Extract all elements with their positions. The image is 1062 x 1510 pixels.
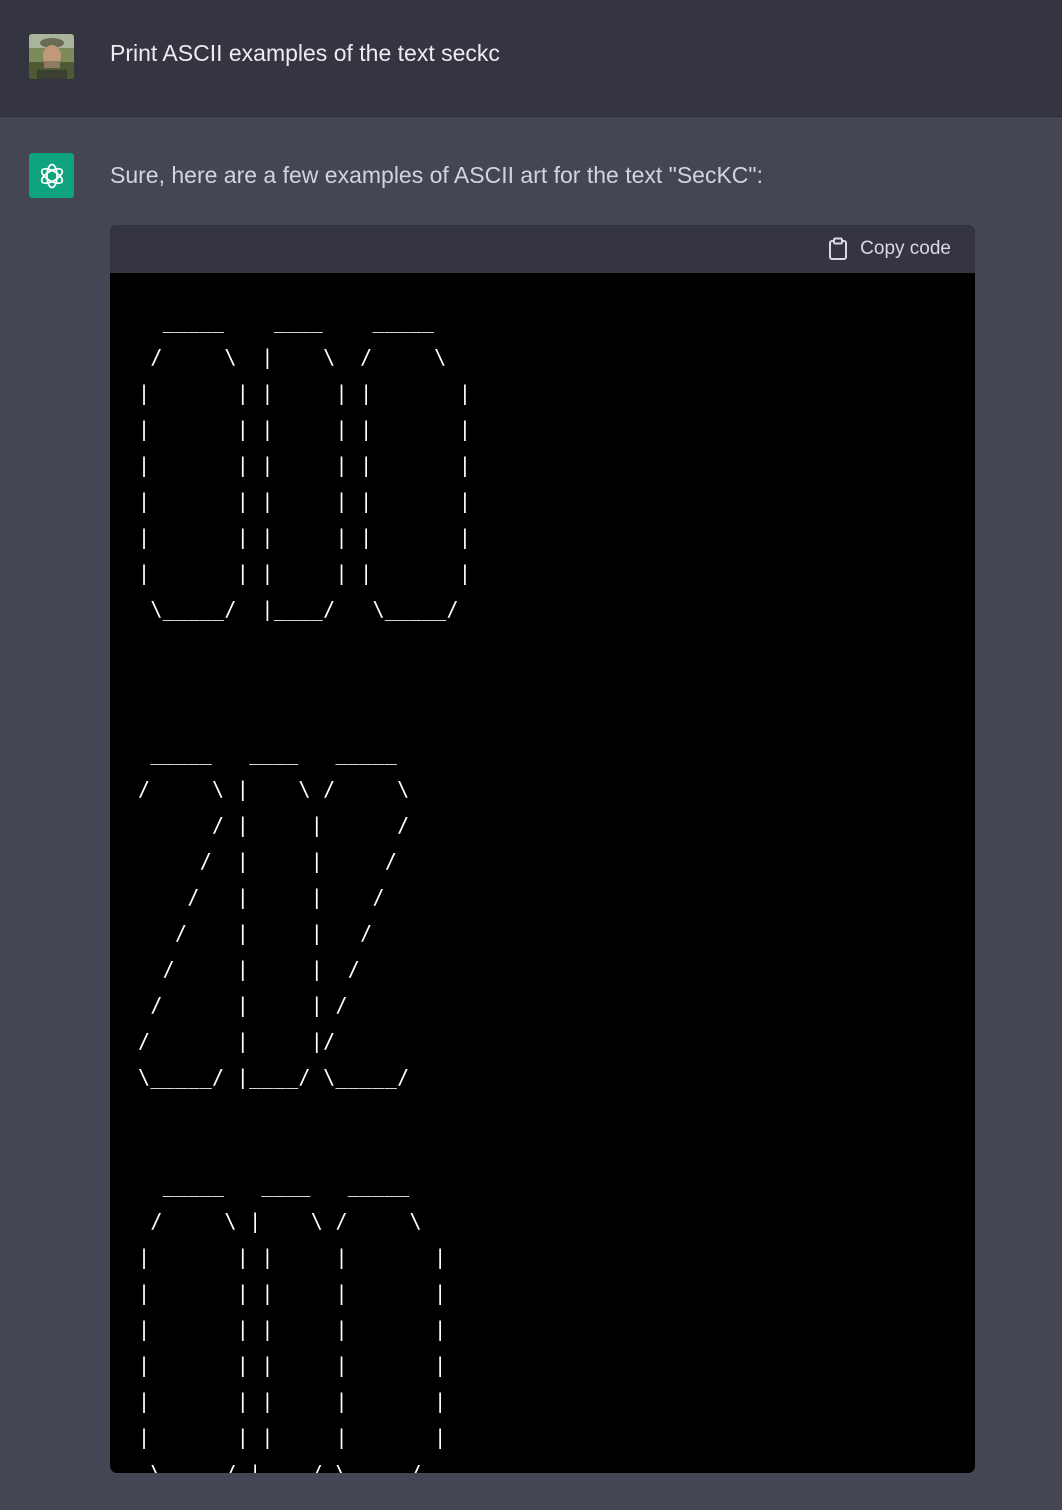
ascii-art-example-1: _____ ____ _____ / \ | \ / \ | | | | | |… bbox=[138, 309, 472, 621]
user-photo-avatar bbox=[29, 34, 74, 79]
openai-logo-icon bbox=[29, 153, 74, 198]
clipboard-icon bbox=[828, 237, 848, 261]
user-message: Print ASCII examples of the text seckc bbox=[0, 0, 1062, 117]
ascii-art-example-3: _____ ____ _____ / \ | \ / \ | | | | | |… bbox=[138, 1173, 447, 1473]
code-block: Copy code _____ ____ _____ / \ | \ / \ |… bbox=[110, 225, 975, 1473]
ascii-art-example-2: _____ ____ _____ / \ | \ / \ / | | / / |… bbox=[138, 741, 410, 1089]
copy-code-button[interactable]: Copy code bbox=[828, 237, 951, 261]
copy-code-label: Copy code bbox=[860, 238, 951, 259]
code-block-header: Copy code bbox=[110, 225, 975, 273]
code-content[interactable]: _____ ____ _____ / \ | \ / \ | | | | | |… bbox=[110, 273, 975, 1473]
assistant-message: Sure, here are a few examples of ASCII a… bbox=[0, 117, 1062, 1510]
user-message-text: Print ASCII examples of the text seckc bbox=[110, 40, 500, 66]
assistant-intro-text: Sure, here are a few examples of ASCII a… bbox=[110, 162, 763, 188]
